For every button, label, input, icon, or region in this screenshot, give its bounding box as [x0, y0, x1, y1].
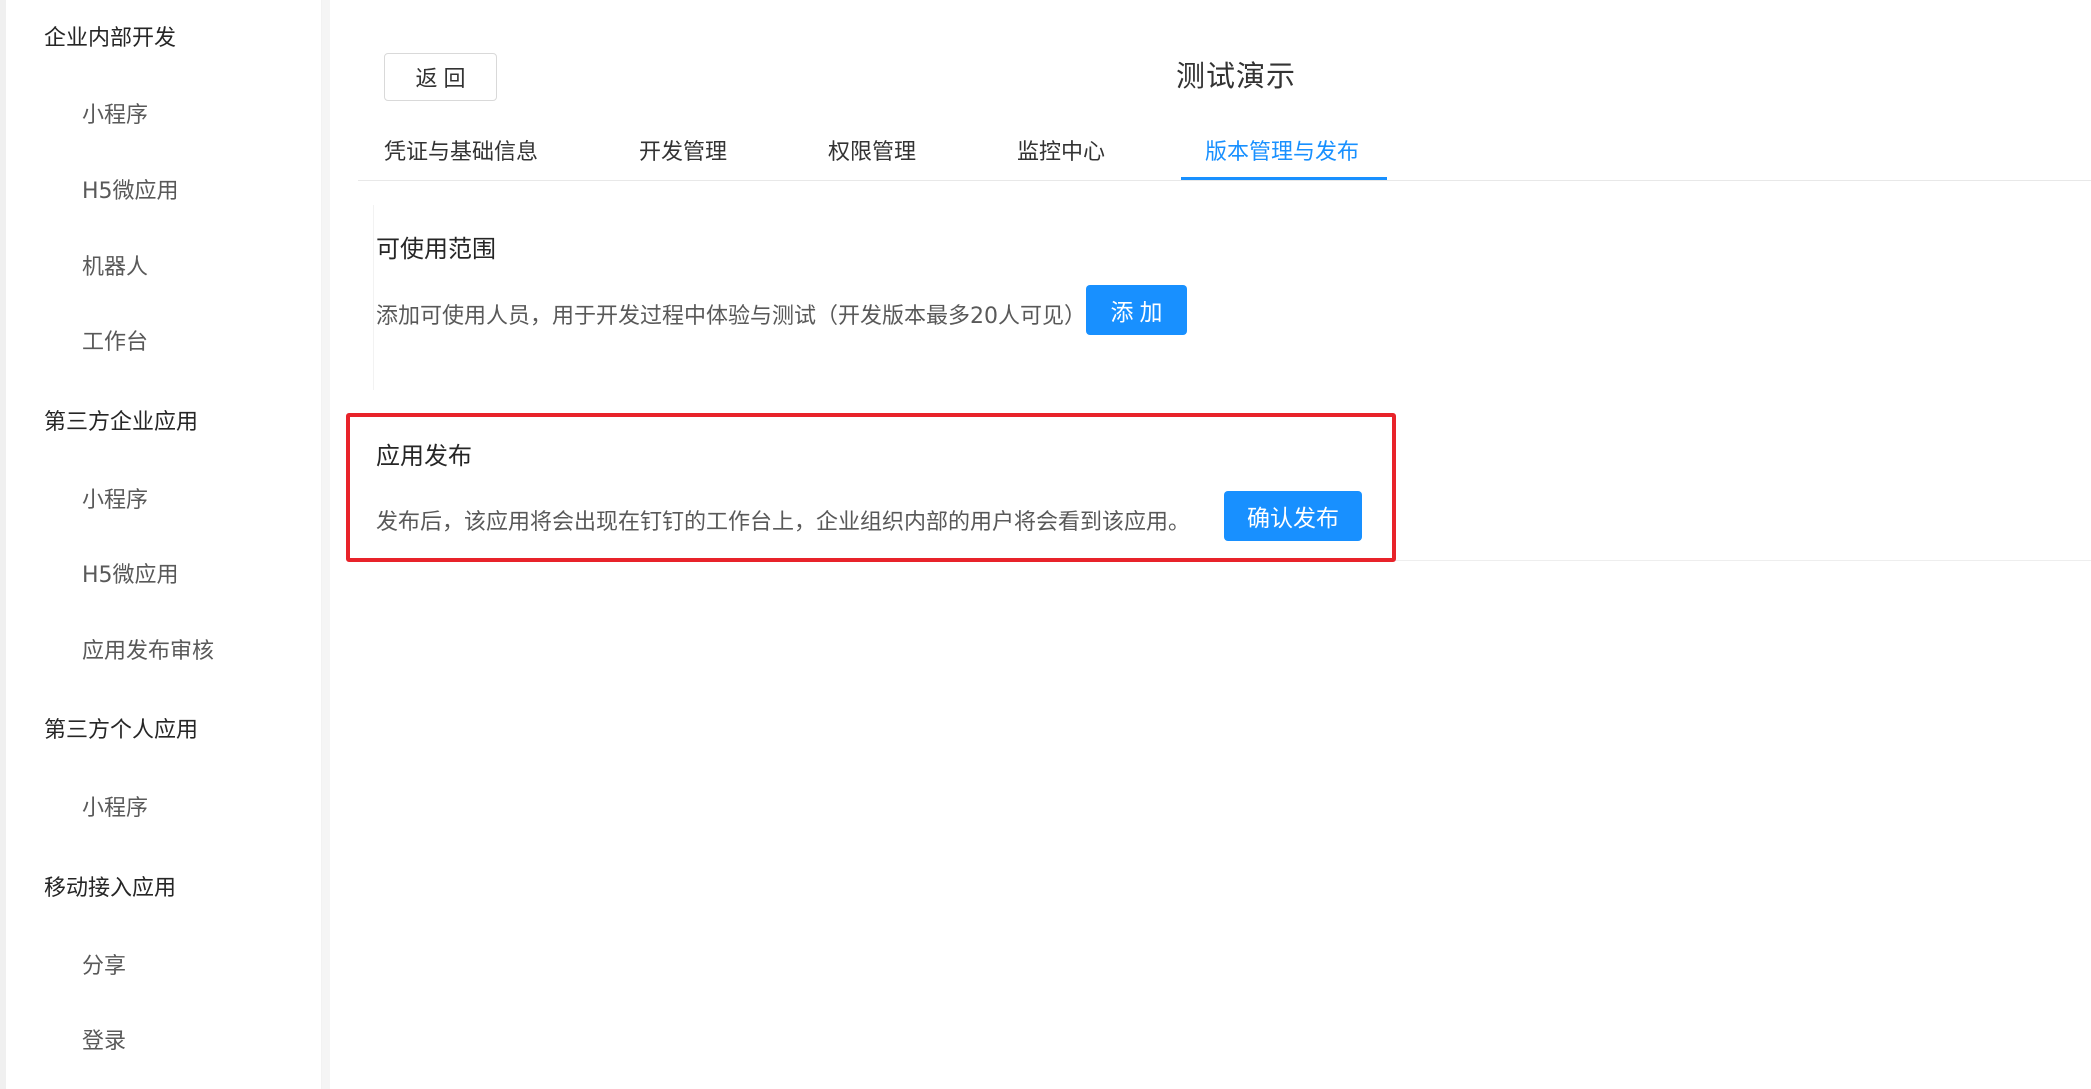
- back-button[interactable]: 返回: [384, 53, 497, 101]
- usage-scope-description: 添加可使用人员，用于开发过程中体验与测试（开发版本最多20人可见）: [376, 304, 1086, 329]
- sidebar-item-enterprise-miniprogram[interactable]: 小程序: [82, 482, 148, 514]
- tab-version-release[interactable]: 版本管理与发布: [1205, 134, 1359, 166]
- sidebar-group-internal[interactable]: 企业内部开发: [44, 20, 176, 52]
- sidebar-group-third-party-personal[interactable]: 第三方个人应用: [44, 712, 198, 744]
- sidebar-item-internal-h5[interactable]: H5微应用: [82, 173, 179, 205]
- sidebar: 企业内部开发 小程序 H5微应用 机器人 工作台 第三方企业应用 小程序 H5微…: [0, 0, 322, 1089]
- sidebar-item-enterprise-h5[interactable]: H5微应用: [82, 557, 179, 589]
- tab-permissions[interactable]: 权限管理: [828, 134, 916, 166]
- publish-highlight-box: [346, 413, 1396, 562]
- sidebar-item-share[interactable]: 分享: [82, 948, 126, 980]
- sidebar-group-mobile-access[interactable]: 移动接入应用: [44, 870, 176, 902]
- sidebar-group-third-party-enterprise[interactable]: 第三方企业应用: [44, 404, 198, 436]
- tab-development[interactable]: 开发管理: [639, 134, 727, 166]
- app-page: 企业内部开发 小程序 H5微应用 机器人 工作台 第三方企业应用 小程序 H5微…: [0, 0, 2091, 1089]
- sidebar-item-login[interactable]: 登录: [82, 1023, 126, 1055]
- sidebar-item-internal-workbench[interactable]: 工作台: [82, 324, 148, 356]
- sidebar-item-personal-miniprogram[interactable]: 小程序: [82, 790, 148, 822]
- tab-bar: 凭证与基础信息 开发管理 权限管理 监控中心 版本管理与发布: [358, 128, 2091, 181]
- sidebar-item-app-review[interactable]: 应用发布审核: [82, 633, 214, 665]
- usage-scope-title: 可使用范围: [376, 235, 496, 263]
- sidebar-divider: [322, 0, 330, 1089]
- active-tab-indicator: [1181, 177, 1387, 180]
- sidebar-item-internal-miniprogram[interactable]: 小程序: [82, 97, 148, 129]
- tab-monitoring[interactable]: 监控中心: [1017, 134, 1105, 166]
- tab-credentials[interactable]: 凭证与基础信息: [384, 134, 538, 166]
- page-title: 测试演示: [1176, 59, 1297, 93]
- sidebar-item-internal-robot[interactable]: 机器人: [82, 249, 148, 281]
- add-members-button[interactable]: 添加: [1086, 285, 1187, 335]
